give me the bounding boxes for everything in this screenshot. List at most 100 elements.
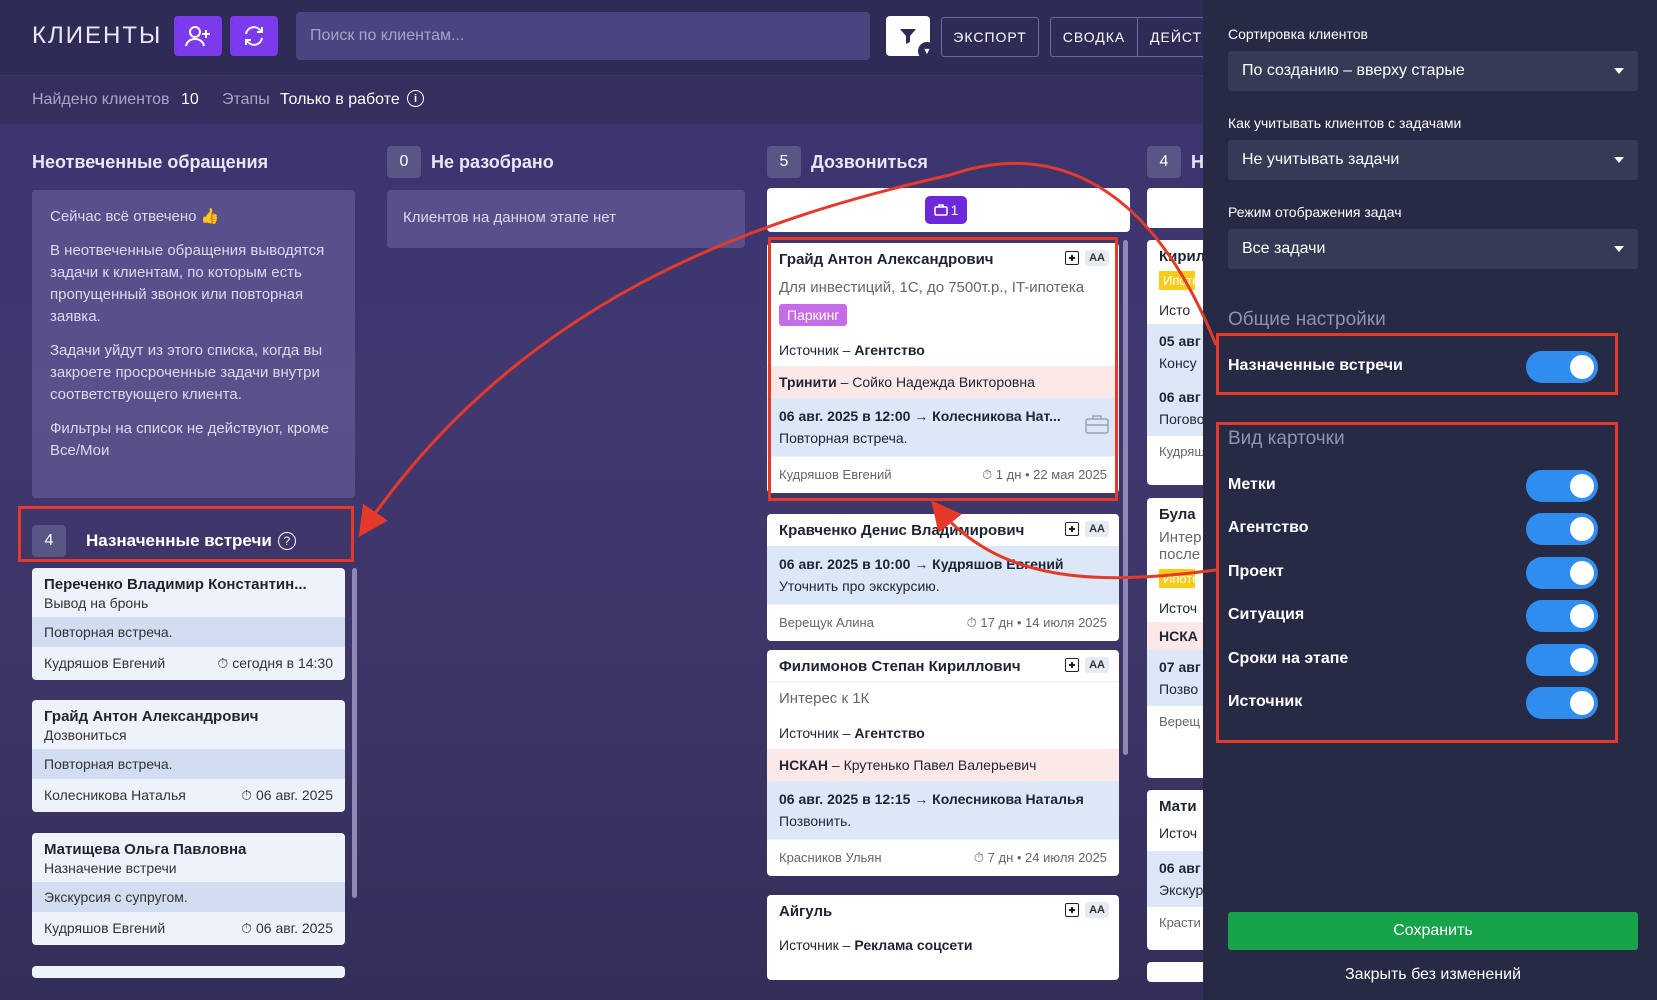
toggle-row: Сроки на этапе [1228, 644, 1598, 676]
source-row: Источник – Реклама соцсети [767, 927, 1119, 961]
task-line: 06 авг. 2025 в 10:00 → Кудряшов Евгений [779, 556, 1064, 572]
project-contact: – Крутенько Павел Валерьевич [831, 757, 1037, 773]
project-name: НСКАН [779, 757, 828, 773]
source-row: Исто [1159, 302, 1191, 318]
aa-badge[interactable]: AA [1085, 250, 1109, 266]
column-title-fourth: 4 Н [1147, 146, 1204, 178]
client-card[interactable]: Филимонов Степан Кириллович AA Интерес к… [767, 650, 1119, 876]
timer-icon: ⏱ [241, 920, 253, 936]
client-card[interactable] [1147, 962, 1207, 982]
client-card[interactable]: Кравченко Денис Владимирович AA 06 авг. … [767, 514, 1119, 641]
source-row: Источ [1159, 825, 1198, 841]
add-client-button[interactable] [174, 16, 222, 56]
client-card[interactable]: Мати Источ 06 авг Экскур Красти [1147, 790, 1207, 950]
sort-select[interactable]: По созданию – вверху старые [1228, 51, 1638, 91]
column-title-call: 5 Дозвониться [767, 146, 928, 178]
add-task-icon[interactable] [1065, 658, 1080, 672]
toggle-row: Агентство [1228, 513, 1598, 545]
summary-button[interactable]: СВОДКА [1050, 17, 1138, 57]
task-row[interactable]: 06 авг. 2025 в 10:00 → Кудряшов Евгений … [767, 546, 1119, 604]
meetings-toggle-row: Назначенные встречи [1228, 351, 1598, 383]
client-card[interactable]: Грайд Антон Александрович AA Для инвести… [767, 243, 1119, 493]
meetings-header: 4 Назначенные встречи ? [32, 524, 296, 558]
agency-toggle[interactable] [1526, 513, 1598, 545]
mode-label: Режим отображения задач [1228, 204, 1402, 220]
briefcase-icon [1085, 415, 1109, 434]
meeting-card[interactable]: Матищева Ольга Павловна Назначение встре… [32, 833, 345, 945]
column-title-unanswered: Неотвеченные обращения [32, 152, 269, 172]
manager-name: Колесникова Наталья [44, 787, 186, 803]
task-note: Консу [1159, 355, 1197, 371]
fourth-count: 4 [1147, 146, 1181, 178]
aa-badge[interactable]: AA [1085, 902, 1109, 918]
info-icon[interactable]: i [407, 90, 424, 107]
settings-panel: Сортировка клиентов По созданию – вверху… [1203, 0, 1657, 1000]
source-label: Источник – [779, 342, 851, 358]
meeting-card[interactable]: Грайд Антон Александрович Дозвониться По… [32, 700, 345, 812]
add-task-icon[interactable] [1065, 251, 1080, 265]
stage-time: 1 дн • 22 мая 2025 [995, 467, 1107, 482]
stages-filter[interactable]: Только в работе [280, 91, 400, 109]
source-label: Источник – [779, 725, 851, 741]
tasks-badge[interactable]: 1 [925, 196, 967, 224]
add-task-icon[interactable] [1065, 903, 1080, 917]
client-name: Кирил [1159, 248, 1206, 265]
toggle-row: Метки [1228, 470, 1598, 502]
tasks-select[interactable]: Не учитывать задачи [1228, 140, 1638, 180]
toggle-row: Источник [1228, 687, 1598, 719]
save-button[interactable]: Сохранить [1228, 912, 1638, 950]
meeting-card[interactable]: Переченко Владимир Константин... Вывод н… [32, 568, 345, 680]
manager-name: Кудряшов Евгений [44, 655, 166, 671]
meeting-card[interactable] [32, 966, 345, 978]
actions-button[interactable]: ДЕЙСТ [1137, 17, 1207, 57]
source-row: Источ [1159, 600, 1198, 616]
found-label: Найдено клиентов [32, 91, 170, 108]
client-card[interactable]: Кирил Ипоте Исто 05 авг Консу 06 авг Погов… [1147, 240, 1207, 485]
task-row[interactable]: 06 авг. 2025 в 12:00 → Колесникова Нат..… [767, 398, 1119, 456]
manager-name: Кудряшов Евгений [44, 920, 166, 936]
scrollbar[interactable] [352, 568, 357, 898]
info-text: Фильтры на список не действуют, кроме Вс… [50, 420, 330, 459]
timer-icon: ⏱ [241, 787, 253, 803]
project-toggle[interactable] [1526, 557, 1598, 589]
client-card[interactable]: Айгуль AA Источник – Реклама соцсети [767, 895, 1119, 980]
export-button[interactable]: ЭКСПОРТ [941, 17, 1039, 57]
meetings-toggle[interactable] [1526, 351, 1598, 383]
help-icon[interactable]: ? [277, 532, 296, 550]
task-note: Повторная встреча. [32, 749, 345, 779]
client-name: Айгуль [779, 903, 833, 920]
refresh-button[interactable] [230, 16, 278, 56]
toggle-label: Источник [1228, 693, 1303, 710]
found-count: 10 [181, 91, 199, 108]
sort-value: По созданию – вверху старые [1242, 62, 1465, 79]
add-task-icon[interactable] [1065, 522, 1080, 536]
source-toggle[interactable] [1526, 687, 1598, 719]
client-description: Интер [1159, 529, 1202, 546]
situation-toggle[interactable] [1526, 600, 1598, 632]
chevron-down-icon[interactable]: ▼ [918, 42, 936, 60]
column-title-unsorted: 0 Не разобрано [387, 146, 554, 178]
unsorted-title: Не разобрано [431, 151, 554, 172]
mode-select[interactable]: Все задачи [1228, 229, 1638, 269]
call-title: Дозвониться [811, 151, 928, 172]
client-description: Интерес к 1К [779, 690, 870, 707]
close-without-changes-link[interactable]: Закрыть без изменений [1228, 966, 1638, 984]
task-note: Позво [1159, 681, 1199, 697]
task-note: Повторная встреча. [32, 617, 345, 647]
task-row[interactable]: 06 авг. 2025 в 12:15 → Колесникова Натал… [767, 781, 1119, 839]
scrollbar[interactable] [1123, 240, 1128, 755]
manager-name: Верещук Алина [779, 615, 874, 630]
search-input[interactable] [296, 12, 870, 60]
source-label: Источник – [779, 937, 851, 953]
unsorted-count: 0 [387, 146, 421, 178]
aa-badge[interactable]: AA [1085, 657, 1109, 673]
timer-icon: ⏱ [982, 467, 993, 482]
manager-name: Красти [1159, 915, 1201, 930]
tags-toggle[interactable] [1526, 470, 1598, 502]
client-name: Мати [1159, 798, 1197, 815]
info-text: В неотвеченные обращения выводятся задач… [50, 242, 325, 325]
client-card[interactable]: Була Интер после Ипоте Источ НСКА 07 авг… [1147, 498, 1207, 778]
aa-badge[interactable]: AA [1085, 521, 1109, 537]
stage-time-toggle[interactable] [1526, 644, 1598, 676]
client-name: Грайд Антон Александрович [44, 708, 259, 725]
